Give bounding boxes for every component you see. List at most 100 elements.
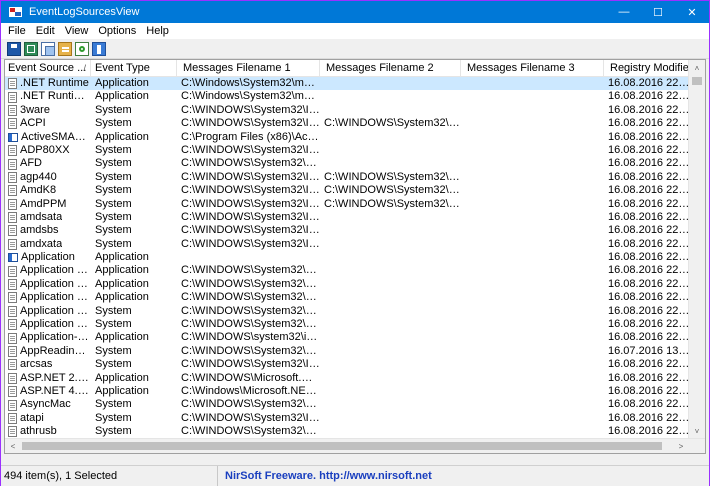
messages-filename-2-cell: C:\WINDOWS\System32\drivers\a... xyxy=(324,197,461,210)
table-row[interactable]: atapi System C:\WINDOWS\System32\IoLogMs..… xyxy=(5,412,691,425)
html-report-icon[interactable] xyxy=(24,41,38,56)
table-row[interactable]: Application Hang Application C:\WINDOWS\Sy… xyxy=(5,278,691,291)
menu-file[interactable]: File xyxy=(3,25,31,37)
exit-icon[interactable] xyxy=(92,41,106,56)
source-document-icon xyxy=(8,145,17,157)
table-row[interactable]: 3ware System C:\WINDOWS\System32\IoLogMs..… xyxy=(5,104,691,117)
table-row[interactable]: Application Pop... System C:\WINDOWS\Syste… xyxy=(5,318,691,331)
table-row[interactable]: ASP.NET 2.0.507... Application C:\WINDOWS\… xyxy=(5,372,691,385)
table-row[interactable]: ActiveSMART Se... Application C:\Program F… xyxy=(5,131,691,144)
menu-bar: File Edit View Options Help xyxy=(1,23,709,39)
event-sources-list[interactable]: Event Source ... / Event Type Messages Fi… xyxy=(4,59,706,454)
table-row[interactable]: .NET Runtime Application C:\Windows\System… xyxy=(5,77,691,91)
table-row[interactable]: Application Application 16.08.2016 22:19:3… xyxy=(5,251,691,264)
menu-edit[interactable]: Edit xyxy=(31,25,60,37)
properties-icon[interactable] xyxy=(58,41,72,56)
source-document-icon xyxy=(8,319,17,331)
table-row[interactable]: ACPI System C:\WINDOWS\System32\IoLogMs...… xyxy=(5,117,691,130)
event-type-cell: Application xyxy=(95,77,149,89)
table-row[interactable]: AFD System C:\WINDOWS\System32\netevent...… xyxy=(5,157,691,170)
event-type-cell: System xyxy=(95,344,132,357)
title-bar[interactable]: EventLogSourcesView — ☐ ✕ xyxy=(1,1,709,23)
table-row[interactable]: AmdPPM System C:\WINDOWS\System32\IoLogMs.… xyxy=(5,198,691,211)
source-document-icon xyxy=(8,426,17,438)
nirsoft-link[interactable]: NirSoft Freeware. http://www.nirsoft.net xyxy=(218,470,432,482)
event-type-cell: Application xyxy=(95,277,149,290)
event-type-cell: System xyxy=(95,210,132,223)
table-row[interactable]: ASP.NET 4.0.303... Application C:\Windows\… xyxy=(5,385,691,398)
table-row[interactable]: Application Error Application C:\WINDOWS\S… xyxy=(5,264,691,277)
event-type-cell: Application xyxy=(95,331,149,344)
event-source-cell: Application Ma... xyxy=(5,305,91,318)
table-row[interactable]: ADP80XX System C:\WINDOWS\System32\IoLogMs… xyxy=(5,144,691,157)
messages-filename-2-cell: C:\WINDOWS\System32\Drivers\... xyxy=(324,117,461,130)
messages-filename-2-cell xyxy=(320,104,461,117)
event-type-cell: System xyxy=(95,157,132,170)
table-row[interactable]: amdsbs System C:\WINDOWS\System32\IoLogMs.… xyxy=(5,224,691,237)
messages-filename-3-cell xyxy=(461,238,604,251)
table-row[interactable]: .NET Runtime O... Application C:\Windows\S… xyxy=(5,90,691,103)
list-header: Event Source ... / Event Type Messages Fi… xyxy=(5,60,705,77)
vertical-scrollbar[interactable]: ˄ ˅ xyxy=(688,60,705,439)
table-row[interactable]: AsyncMac System C:\WINDOWS\System32\mprmsg… xyxy=(5,398,691,411)
registry-modified-cell: 16.08.2016 22:19:35 xyxy=(608,237,691,250)
horizontal-scrollbar[interactable]: ˂ ˃ xyxy=(5,438,705,453)
table-row[interactable]: AppReadiness System C:\WINDOWS\System32\Ap… xyxy=(5,345,691,358)
maximize-button[interactable]: ☐ xyxy=(641,1,675,23)
table-row[interactable]: amdsata System C:\WINDOWS\System32\IoLogMs… xyxy=(5,211,691,224)
scroll-up-icon[interactable]: ˄ xyxy=(689,60,705,76)
messages-filename-2-cell xyxy=(320,90,461,103)
column-header-event-type[interactable]: Event Type xyxy=(91,60,177,76)
table-row[interactable]: Application-Ad... Application C:\WINDOWS\s… xyxy=(5,331,691,344)
messages-filename-1-cell: C:\WINDOWS\System32\IoLogMs... xyxy=(181,143,320,156)
registry-modified-cell: 16.08.2016 22:19:35 xyxy=(608,157,691,170)
copy-icon[interactable] xyxy=(41,41,55,56)
event-type-cell: Application xyxy=(95,251,149,264)
save-icon[interactable] xyxy=(7,41,21,56)
messages-filename-1-cell: C:\WINDOWS\System32\netevent... xyxy=(181,157,320,170)
column-header-messages-filename-2[interactable]: Messages Filename 2 xyxy=(320,60,461,76)
close-icon: ✕ xyxy=(687,6,697,19)
table-row[interactable]: amdxata System C:\WINDOWS\System32\IoLogMs… xyxy=(5,238,691,251)
messages-filename-3-cell xyxy=(461,358,604,371)
table-row[interactable]: arcsas System C:\WINDOWS\System32\IoLogMs.… xyxy=(5,358,691,371)
menu-options[interactable]: Options xyxy=(93,25,141,37)
minimize-button[interactable]: — xyxy=(607,1,641,23)
messages-filename-1-cell: C:\WINDOWS\System32\netevent... xyxy=(181,425,320,438)
refresh-icon[interactable] xyxy=(75,41,89,56)
table-row[interactable]: athrusb System C:\WINDOWS\System32\neteven… xyxy=(5,425,691,438)
registry-modified-cell: 16.08.2016 22:19:35 xyxy=(608,384,691,397)
messages-filename-3-cell xyxy=(461,171,604,184)
table-row[interactable]: Application Ma... System C:\WINDOWS\System… xyxy=(5,305,691,318)
table-row[interactable]: Application Ma... Application C:\WINDOWS\S… xyxy=(5,291,691,304)
scroll-right-icon[interactable]: ˃ xyxy=(673,439,689,453)
column-header-messages-filename-1[interactable]: Messages Filename 1 xyxy=(177,60,320,76)
menu-help[interactable]: Help xyxy=(141,25,174,37)
event-source-cell: AsyncMac xyxy=(5,398,91,411)
messages-filename-3-cell xyxy=(461,412,604,425)
event-type-cell: System xyxy=(95,411,132,424)
registry-modified-cell: 16.08.2016 22:19:35 xyxy=(608,304,691,317)
table-row[interactable]: agp440 System C:\WINDOWS\System32\IoLogMs.… xyxy=(5,171,691,184)
messages-filename-2-cell xyxy=(320,412,461,425)
event-type-cell: Application xyxy=(95,291,149,304)
scroll-left-icon[interactable]: ˂ xyxy=(5,439,21,453)
event-type-cell: System xyxy=(95,318,132,331)
column-header-messages-filename-3[interactable]: Messages Filename 3 xyxy=(461,60,604,76)
close-button[interactable]: ✕ xyxy=(675,1,709,23)
event-source-cell: Application Hang xyxy=(5,278,91,291)
vertical-scroll-thumb[interactable] xyxy=(692,77,702,85)
column-header-registry-modified[interactable]: Registry Modified ... xyxy=(604,60,691,76)
source-document-icon xyxy=(8,386,17,398)
column-header-event-source[interactable]: Event Source ... / xyxy=(5,60,91,76)
messages-filename-2-cell: C:\WINDOWS\System32\drivers\a... xyxy=(324,184,461,197)
horizontal-scroll-thumb[interactable] xyxy=(22,442,662,450)
event-type-cell: System xyxy=(95,425,132,438)
menu-view[interactable]: View xyxy=(60,25,94,37)
table-row[interactable]: AmdK8 System C:\WINDOWS\System32\IoLogMs..… xyxy=(5,184,691,197)
event-type-cell: Application xyxy=(95,371,149,384)
event-source-cell: Application xyxy=(5,251,91,264)
source-document-icon xyxy=(8,104,17,116)
registry-modified-cell: 16.08.2016 22:19:35 xyxy=(608,117,691,130)
scroll-down-icon[interactable]: ˅ xyxy=(689,423,705,439)
